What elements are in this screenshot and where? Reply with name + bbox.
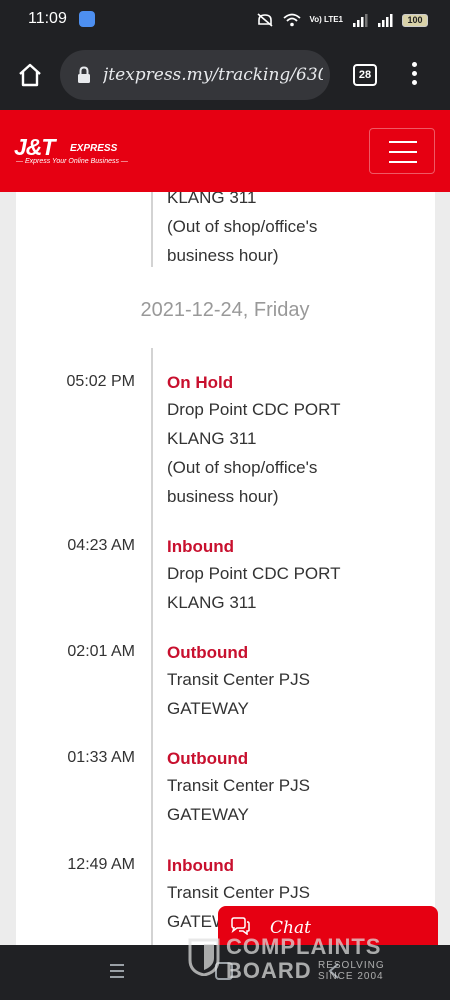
home-button[interactable]	[14, 59, 46, 91]
entry-time: 04:23 AM	[67, 537, 135, 554]
entry-detail: Drop Point CDC PORT KLANG 311 (Out of sh…	[167, 395, 397, 511]
entry-status: Inbound	[167, 856, 235, 875]
detail-line: Transit Center PJS	[167, 883, 310, 902]
shield-logo-icon	[188, 938, 220, 976]
entry-detail: Transit Center PJS GATEWAY	[167, 665, 397, 723]
date-header: 2021-12-24, Friday	[140, 299, 310, 321]
detail-line: (Out of shop/office's	[167, 217, 318, 236]
signal-icon-2	[378, 14, 393, 27]
home-icon	[19, 63, 41, 87]
status-time: 11:09	[28, 10, 67, 27]
mute-icon	[256, 13, 273, 27]
detail-line: business hour)	[167, 487, 279, 506]
lock-icon	[78, 66, 90, 83]
detail-line: KLANG 311	[167, 192, 257, 207]
entry-time: 12:49 AM	[67, 856, 135, 873]
entry-status: Outbound	[167, 643, 249, 662]
detail-line: (Out of shop/office's	[167, 458, 318, 477]
watermark-subtitle: BOARD	[226, 958, 312, 983]
partial-entry-detail: KLANG 311 (Out of shop/office's business…	[167, 192, 397, 270]
url-text: jtexpress.my/tracking/6305	[103, 65, 323, 85]
watermark-title: COMPLAINTS	[226, 934, 382, 959]
entry-status: Inbound	[167, 537, 235, 556]
recent-apps-icon[interactable]	[110, 964, 124, 978]
jt-express-logo[interactable]: J&T EXPRESS — Express Your Online Busine…	[14, 134, 144, 170]
logo-main: J&T	[14, 134, 55, 160]
detail-line: KLANG 311	[167, 593, 257, 612]
entry-status: On Hold	[167, 373, 234, 392]
detail-line: Drop Point CDC PORT	[167, 400, 341, 419]
logo-sub: EXPRESS	[70, 143, 118, 154]
app-notification-icon	[79, 11, 95, 27]
detail-line: GATEWAY	[167, 805, 249, 824]
tracking-content: KLANG 311 (Out of shop/office's business…	[0, 192, 450, 945]
signal-icon	[353, 14, 368, 27]
status-icons: Vo) LTE1 100	[256, 11, 428, 29]
hamburger-icon[interactable]	[369, 128, 435, 174]
status-bar: 11:09 Vo) LTE1 100	[0, 0, 450, 40]
tab-switcher-button[interactable]: 28	[353, 64, 377, 86]
more-vert-icon[interactable]	[406, 62, 422, 90]
detail-line: GATEWAY	[167, 699, 249, 718]
battery-icon: 100	[402, 13, 428, 27]
entry-time: 01:33 AM	[67, 749, 135, 766]
complaints-board-watermark: COMPLAINTS BOARD RESOLVING SINCE 2004	[188, 932, 408, 984]
logo-tagline: — Express Your Online Business —	[16, 158, 128, 165]
watermark-tag-line: RESOLVING	[318, 960, 385, 971]
detail-line: business hour)	[167, 246, 279, 265]
address-bar[interactable]: jtexpress.my/tracking/6305	[60, 50, 330, 100]
detail-line: Drop Point CDC PORT	[167, 564, 341, 583]
entry-status: Outbound	[167, 749, 249, 768]
detail-line: Transit Center PJS	[167, 670, 310, 689]
detail-line: KLANG 311	[167, 429, 257, 448]
timeline-line	[151, 192, 153, 267]
site-header: J&T EXPRESS — Express Your Online Busine…	[0, 110, 450, 192]
wifi-icon	[282, 13, 301, 27]
volte-indicator: Vo) LTE1	[309, 15, 343, 24]
browser-toolbar: jtexpress.my/tracking/6305 28	[0, 40, 450, 110]
entry-detail: Drop Point CDC PORT KLANG 311	[167, 559, 397, 617]
detail-line: Transit Center PJS	[167, 776, 310, 795]
entry-time: 02:01 AM	[67, 643, 135, 660]
entry-time: 05:02 PM	[66, 373, 135, 390]
watermark-tag-line: SINCE 2004	[318, 971, 384, 982]
timeline-line	[151, 348, 153, 945]
watermark-tagline: RESOLVING SINCE 2004	[318, 960, 408, 982]
entry-detail: Transit Center PJS GATEWAY	[167, 771, 397, 829]
